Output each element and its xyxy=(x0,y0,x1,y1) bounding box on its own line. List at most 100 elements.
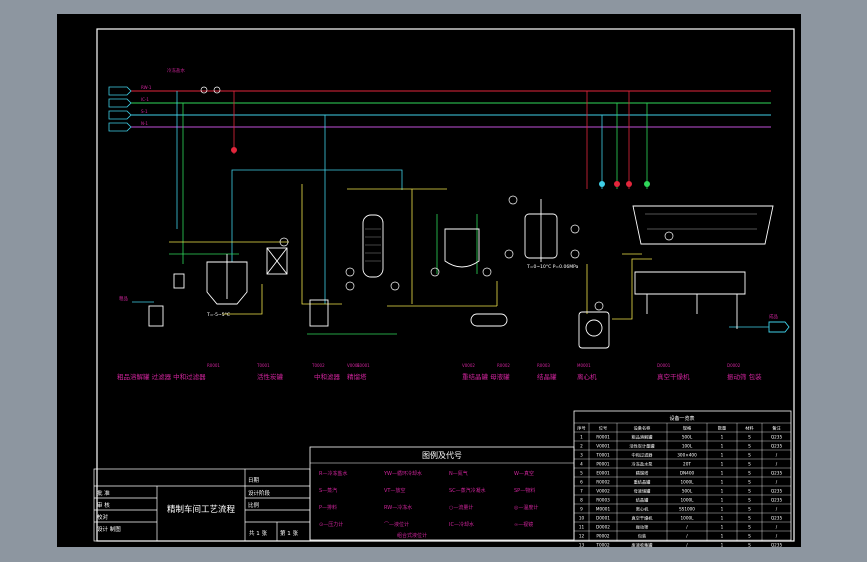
table-cell: 1000L xyxy=(681,516,695,521)
table-cell: / xyxy=(776,525,778,530)
table-cell: / xyxy=(776,507,778,512)
legend-item: SP—物料 xyxy=(514,487,535,494)
legend-item: ∞—视镜 xyxy=(514,521,533,528)
legend-item: ◎—温度计 xyxy=(514,504,538,511)
utility-headers: RW-1 IC-1 S-1 N-1 冷冻盐水 xyxy=(108,67,771,304)
recrystallization-tank xyxy=(444,228,480,268)
product-label: 成品 xyxy=(769,313,778,320)
table-cell: 13 xyxy=(579,543,585,548)
table-cell: 100L xyxy=(682,444,693,449)
table-cell: Q235 xyxy=(771,498,783,503)
sheet-number: 第 1 张 xyxy=(280,529,298,537)
label-stage: 设计阶段 xyxy=(248,489,271,497)
equipment-caption: 真空干燥机 xyxy=(657,372,690,381)
equipment xyxy=(148,199,790,349)
table-cell: 5 xyxy=(580,471,583,476)
utility-tag-2: IC-1 xyxy=(141,97,149,102)
table-cell: Q235 xyxy=(771,471,783,476)
table-cell: 真空干燥机 xyxy=(632,515,654,522)
drawing-sheet: RW-1 IC-1 S-1 N-1 冷冻盐水 T=-5~5°C T=0~10°C… xyxy=(57,14,801,549)
legend-box: 图例及代号 R—冷冻盐水 YW—循环冷却水 N—氮气 W—真空 S—蒸汽 VT—放空 SC—… xyxy=(309,446,575,541)
rectification-column xyxy=(362,214,384,278)
process-flow-diagram: RW-1 IC-1 S-1 N-1 冷冻盐水 T=-5~5°C T=0~10°C… xyxy=(93,28,795,549)
equipment-tag: D0001 xyxy=(657,363,671,368)
table-cell: 1 xyxy=(721,462,724,467)
equipment-table: 设备一览表 序号 位号 设备名称 规格 数量 材料 备注 1 R0001 粗品溶解罐 500L 1 S Q… xyxy=(573,410,792,549)
table-cell: 活性炭计量罐 xyxy=(629,443,655,450)
table-cell: 中和过滤器 xyxy=(632,452,654,459)
table-cell: 1 xyxy=(580,435,583,440)
legend-item: RW—冷冻水 xyxy=(384,504,412,511)
legend-item: S—蒸汽 xyxy=(319,487,337,494)
table-cell: P0002 xyxy=(596,534,610,539)
table-cell: R0001 xyxy=(596,435,610,440)
table-cell: 500L xyxy=(682,489,693,494)
table-cell: S xyxy=(748,498,751,503)
table-cell: D0001 xyxy=(596,516,610,521)
table-cell: Q235 xyxy=(771,444,783,449)
legend-item: R—冷冻盐水 xyxy=(319,470,347,477)
table-cell: / xyxy=(686,543,688,548)
table-cell: 12 xyxy=(579,534,585,539)
table-cell: SS1000 xyxy=(679,507,695,512)
table-header-cell: 位号 xyxy=(599,425,607,432)
table-header-cell: 数量 xyxy=(718,425,726,432)
table-cell: T0002 xyxy=(595,543,610,548)
equipment-tags: R0001 T0001 T0002 V0001E0001 V0002 R0002 R0003… xyxy=(207,363,741,368)
label-date: 日期 xyxy=(248,477,260,484)
equipment-tag: M0001 xyxy=(577,363,591,368)
equipment-tag: R0001 xyxy=(207,363,220,368)
table-cell: 1 xyxy=(721,534,724,539)
label-check: 校对 xyxy=(97,513,109,521)
drawing-title: 精制车间工艺流程 xyxy=(167,504,236,515)
temp-note-2: T=0~10°C P=0.06MPa xyxy=(526,264,579,270)
table-cell: R0002 xyxy=(596,480,610,485)
table-cell: Q235 xyxy=(771,489,783,494)
table-cell: 9 xyxy=(580,507,583,512)
product-outlet xyxy=(768,321,790,333)
table-cell: 500L xyxy=(682,435,693,440)
equipment-captions: 粗品溶解罐 过滤器 中和过滤器 活性炭罐 中和滤器 精馏塔 重结晶罐 母液罐 结晶罐 离心机… xyxy=(117,372,762,381)
feed-pump-unit xyxy=(148,305,164,327)
table-cell: S xyxy=(748,534,751,539)
table-cell: V0001 xyxy=(596,444,610,449)
table-cell: 1 xyxy=(721,543,724,548)
table-cell: S xyxy=(748,507,751,512)
legend-item: SC—蒸汽冷凝水 xyxy=(449,487,486,494)
table-cell: / xyxy=(776,480,778,485)
table-cell: / xyxy=(686,525,688,530)
equipment-caption: 中和滤器 xyxy=(314,372,341,381)
label-design: 设计 制图 xyxy=(97,525,121,533)
equipment-tag: T0001 xyxy=(256,363,270,368)
table-cell: 20T xyxy=(683,462,691,467)
mother-liquor-tank xyxy=(470,313,508,327)
table-cell: 1 xyxy=(721,435,724,440)
legend-item: P—排料 xyxy=(319,504,337,511)
equipment-caption: 粗品溶解罐 过滤器 中和过滤器 xyxy=(117,372,206,381)
label-scale: 比例 xyxy=(248,501,260,509)
equipment-caption: 重结晶罐 母液罐 xyxy=(462,372,510,381)
equipment-caption: 精馏塔 xyxy=(347,372,367,381)
table-cell: S xyxy=(748,489,751,494)
table-cell: D0002 xyxy=(596,525,610,530)
legend-title: 图例及代号 xyxy=(422,450,462,460)
equipment-tag: V0002 xyxy=(462,363,475,368)
table-cell: 1 xyxy=(721,471,724,476)
table-cell: S xyxy=(748,435,751,440)
table-cell: Q235 xyxy=(771,516,783,521)
legend-item: ○—流量计 xyxy=(449,504,473,511)
table-cell: 1 xyxy=(721,498,724,503)
table-cell: 300×400 xyxy=(677,453,697,458)
table-cell: 精馏塔 xyxy=(636,470,649,477)
table-cell: Q235 xyxy=(771,543,783,548)
table-cell: 1 xyxy=(721,489,724,494)
table-cell: 1 xyxy=(721,507,724,512)
table-cell: 结晶罐 xyxy=(636,497,649,504)
legend-item: IC—冷却水 xyxy=(449,521,474,528)
table-header-cell: 备注 xyxy=(772,425,781,432)
equipment-tag: T0002 xyxy=(311,363,325,368)
equipment-caption: 振动筛 包装 xyxy=(727,372,762,381)
equipment-tag: R0002 xyxy=(497,363,510,368)
legend-item: W—真空 xyxy=(514,470,534,477)
small-filter xyxy=(173,273,185,289)
